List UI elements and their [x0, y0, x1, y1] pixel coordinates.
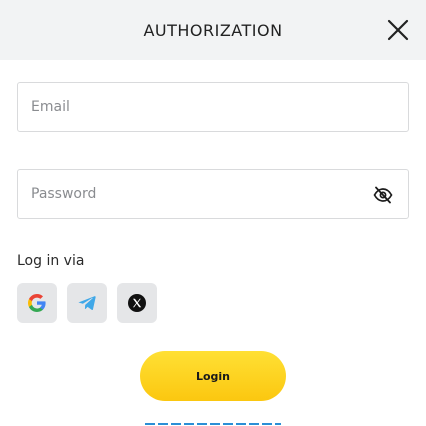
social-login-row — [17, 283, 157, 323]
email-field[interactable] — [17, 82, 409, 132]
password-field[interactable] — [17, 169, 409, 219]
modal-title: AUTHORIZATION — [143, 20, 283, 40]
telegram-login-button[interactable] — [67, 283, 107, 323]
eye-off-icon — [373, 186, 393, 204]
x-icon — [128, 294, 146, 312]
login-button[interactable]: Login — [140, 351, 286, 401]
modal-header: AUTHORIZATION — [0, 0, 426, 60]
x-login-button[interactable] — [117, 283, 157, 323]
password-input[interactable] — [18, 170, 408, 218]
secondary-link[interactable] — [145, 421, 281, 426]
google-icon — [28, 294, 46, 312]
login-via-label: Log in via — [17, 253, 85, 269]
close-button[interactable] — [384, 16, 412, 44]
close-icon — [387, 19, 409, 41]
google-login-button[interactable] — [17, 283, 57, 323]
email-input[interactable] — [18, 83, 408, 131]
password-visibility-toggle[interactable] — [372, 185, 394, 205]
telegram-icon — [78, 296, 96, 310]
